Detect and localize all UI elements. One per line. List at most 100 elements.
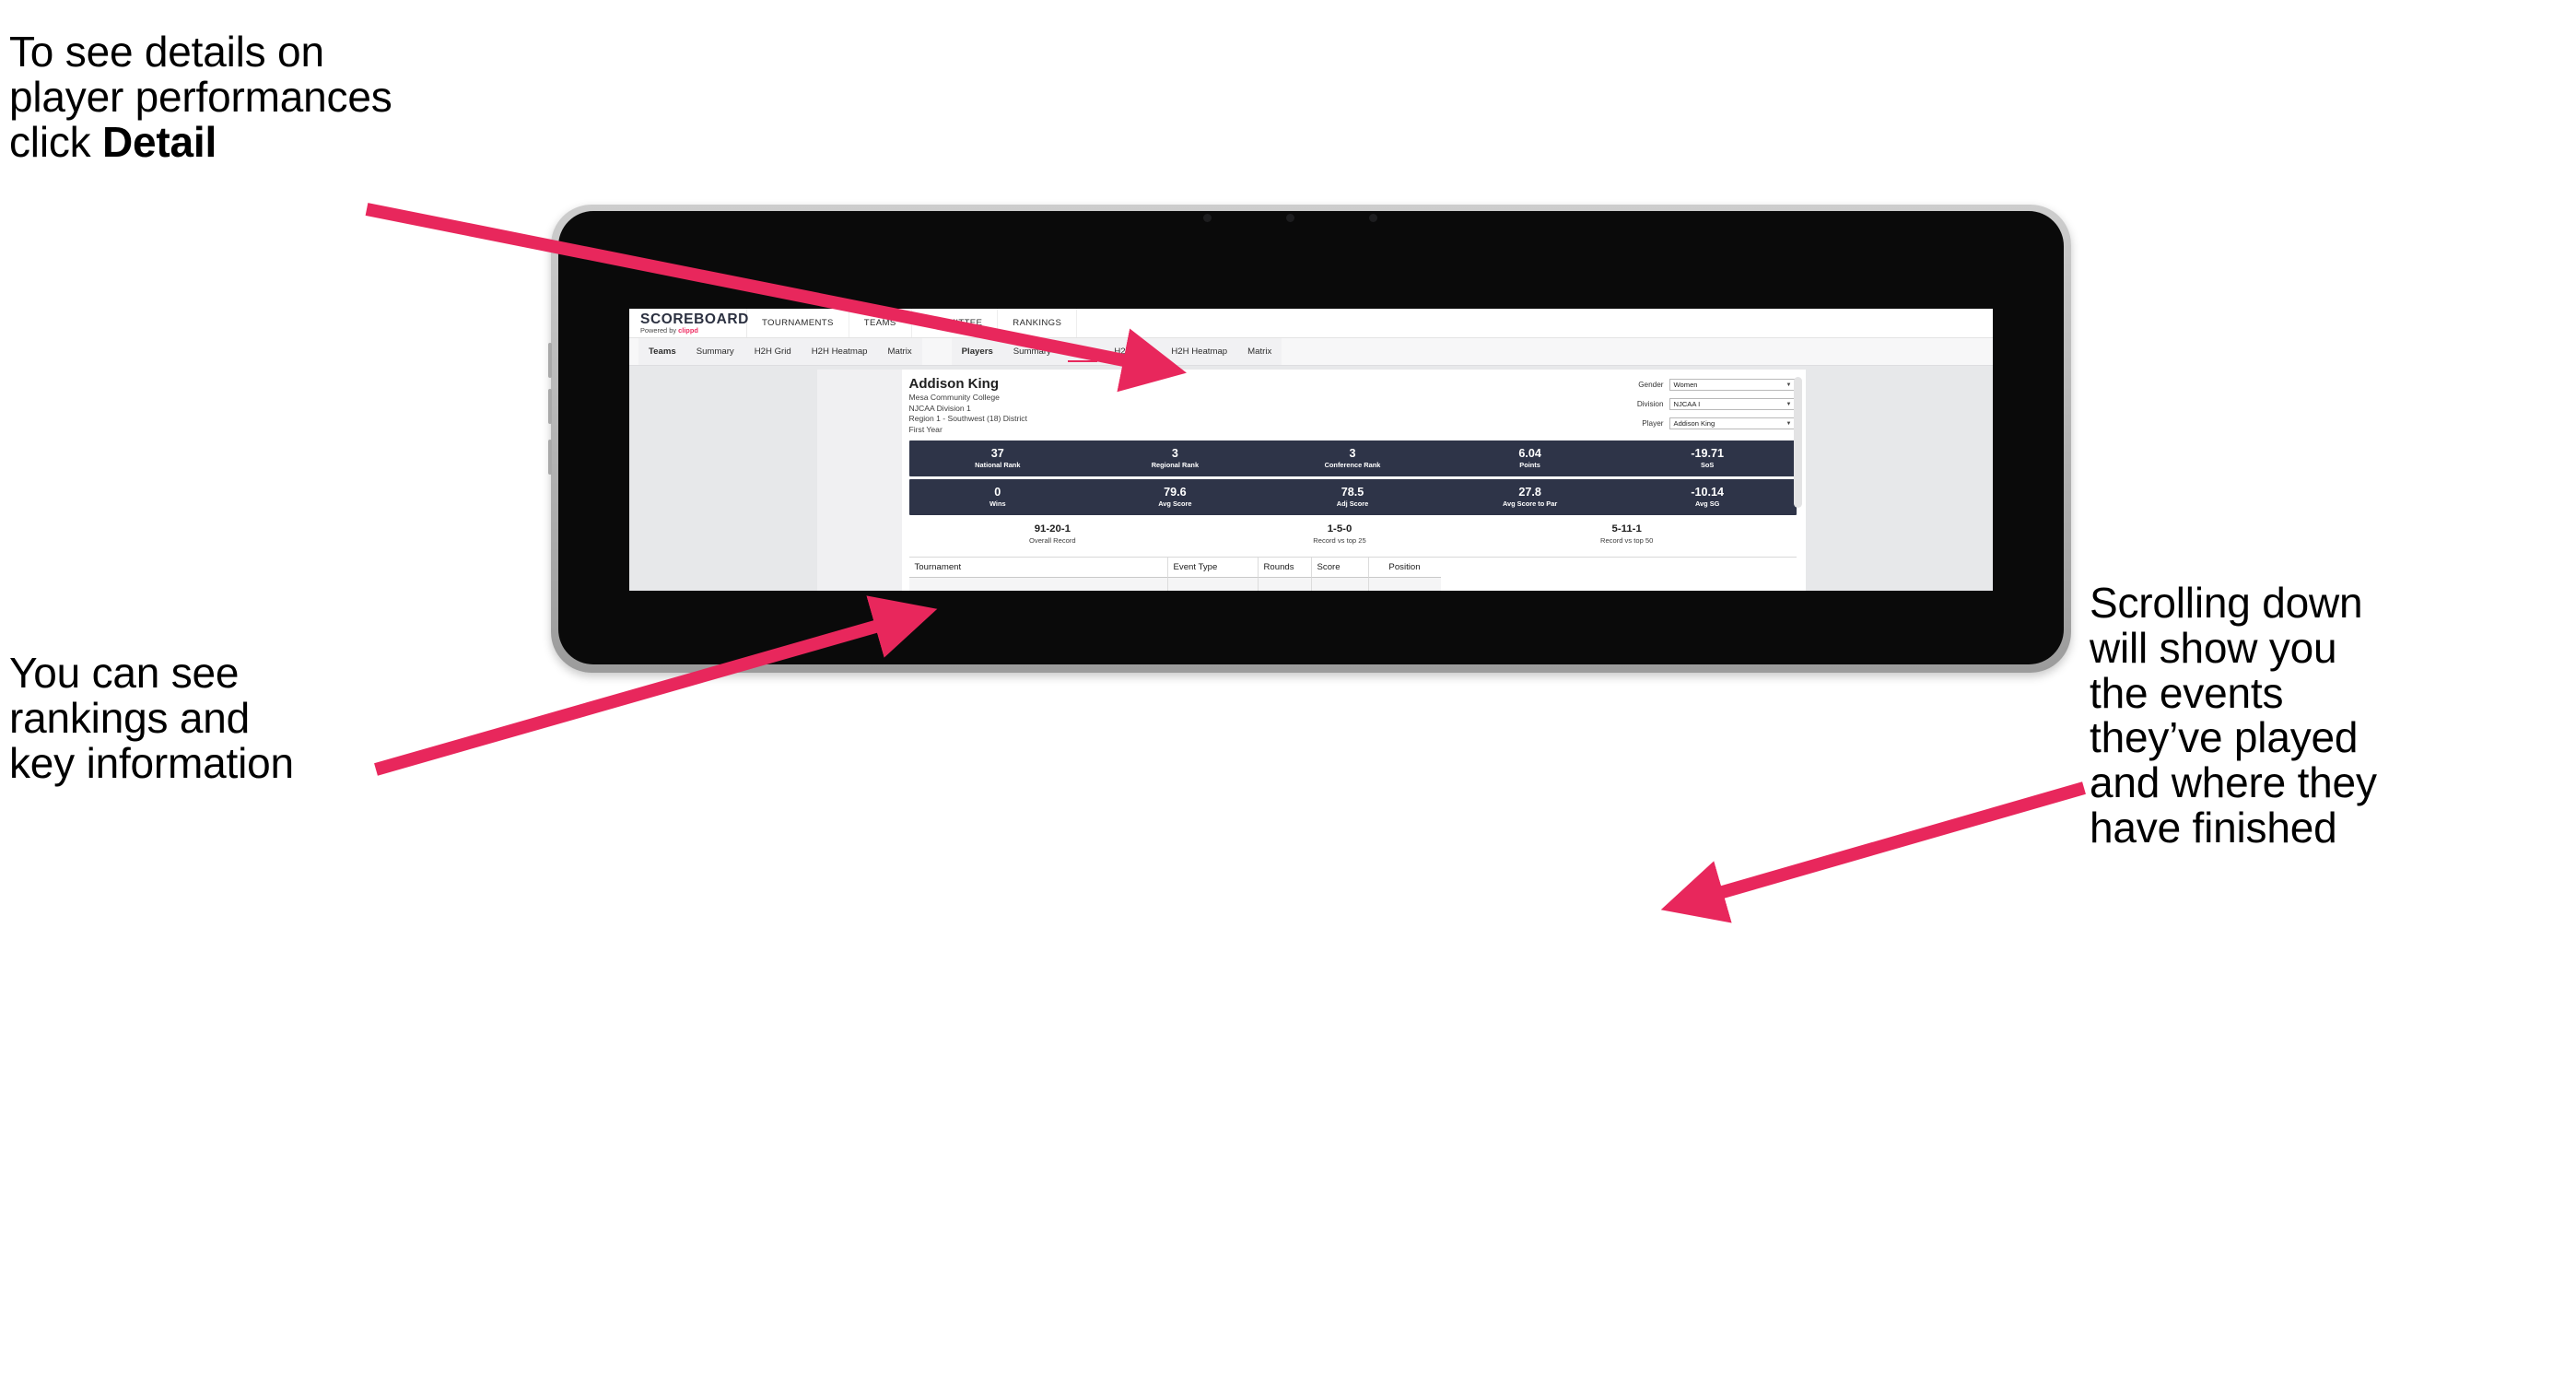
camera-icon (1203, 214, 1212, 222)
filter-division-label: Division (1636, 400, 1664, 408)
cell-event-type: Stroke Play (1167, 578, 1259, 591)
clippd-brand: clippd (678, 326, 698, 335)
stat-conference-rank-value: 3 (1349, 447, 1356, 461)
tab-group-players: Players Summary Detail H2H Grid H2H Heat… (951, 338, 1282, 365)
topnav-rankings[interactable]: RANKINGS (998, 309, 1078, 337)
player-school: Mesa Community College (908, 392, 1000, 402)
sheet-content: Addison King Mesa Community College NJCA… (901, 370, 1806, 591)
annotation-bottom-left-line1: You can see (9, 649, 240, 697)
stat-avg-sg-label: Avg SG (1694, 499, 1720, 508)
chevron-down-icon: ▼ (1786, 420, 1792, 427)
filter-gender-value: Women (1673, 381, 1698, 389)
filter-division-select[interactable]: NJCAA I ▼ (1669, 398, 1797, 410)
record-overall: 91-20-1 Overall Record (909, 523, 1197, 545)
stat-regional-rank: 3 Regional Rank (1086, 447, 1264, 469)
tab-players-detail[interactable]: Detail (1061, 338, 1105, 365)
screenshot-root: To see details on player performances cl… (0, 0, 2576, 1386)
stat-avg-score-value: 79.6 (1164, 486, 1187, 499)
brand-logo[interactable]: SCOREBOARD Powered by clippd (629, 309, 749, 337)
annotation-right-line5: and where they (2090, 758, 2377, 806)
col-header-score[interactable]: Score (1311, 558, 1369, 579)
annotation-top-left: To see details on player performances cl… (9, 29, 599, 164)
stats-band-rankings: 37 National Rank 3 Regional Rank 3 Confe… (908, 440, 1797, 476)
filter-player: Player Addison King ▼ (1596, 417, 1797, 429)
col-header-tournament[interactable]: Tournament (908, 558, 1168, 579)
stat-sos-label: SoS (1700, 460, 1715, 469)
stat-national-rank-label: National Rank (975, 460, 1021, 469)
stat-avg-score: 79.6 Avg Score (1086, 486, 1264, 508)
record-top25-value: 1-5-0 (1327, 523, 1352, 534)
stat-points-label: Points (1519, 460, 1540, 469)
tablet-device: SCOREBOARD Powered by clippd TOURNAMENTS… (548, 205, 2071, 673)
annotation-right-line6: have finished (2090, 803, 2337, 852)
stat-conference-rank-label: Conference Rank (1324, 460, 1381, 469)
col-header-position[interactable]: Position (1368, 558, 1441, 579)
col-header-event-type[interactable]: Event Type (1167, 558, 1259, 579)
annotation-right-line2: will show you (2090, 623, 2337, 672)
brand-title: SCOREBOARD (640, 311, 749, 327)
volume-down-button[interactable] (548, 389, 552, 424)
speaker-icon (1369, 214, 1377, 222)
stat-points: 6.04 Points (1441, 447, 1619, 469)
filter-player-label: Player (1642, 419, 1664, 428)
tab-teams-matrix[interactable]: Matrix (878, 338, 922, 365)
stat-avg-score-label: Avg Score (1158, 499, 1192, 508)
tab-teams-h2h-heatmap[interactable]: H2H Heatmap (802, 338, 878, 365)
topnav-committee[interactable]: COMMITTEE (912, 309, 999, 337)
annotation-bottom-left: You can see rankings and key information (9, 651, 488, 785)
sheet-left-gutter (816, 370, 902, 591)
app-header: SCOREBOARD Powered by clippd TOURNAMENTS… (629, 309, 1993, 338)
app-screen: SCOREBOARD Powered by clippd TOURNAMENTS… (629, 309, 1993, 591)
tournament-table: Tournament Event Type Rounds Score Posit… (908, 557, 1797, 591)
arrow-to-events-table (1660, 781, 2086, 923)
annotation-top-left-line3: click Detail (9, 117, 599, 166)
record-overall-value: 91-20-1 (1034, 523, 1071, 534)
annotation-right-line1: Scrolling down (2090, 579, 2363, 627)
annotation-bottom-left-line3: key information (9, 738, 294, 787)
tab-players-matrix[interactable]: Matrix (1237, 338, 1282, 365)
col-header-rounds[interactable]: Rounds (1258, 558, 1312, 579)
power-button[interactable] (548, 440, 552, 475)
stat-regional-rank-value: 3 (1171, 447, 1178, 461)
filter-gender: Gender Women ▼ (1596, 379, 1797, 391)
stat-points-value: 6.04 (1518, 447, 1541, 461)
topnav-teams[interactable]: TEAMS (849, 309, 912, 337)
stat-conference-rank: 3 Conference Rank (1264, 447, 1442, 469)
tab-teams[interactable]: Teams (638, 338, 686, 365)
annotation-top-left-line3-prefix: click (9, 117, 103, 166)
table-row[interactable]: Estella CC- Mountain Classic Stroke Play… (908, 578, 1797, 591)
brand-subtitle: Powered by clippd (640, 327, 746, 334)
cell-score: 17 (1311, 578, 1369, 591)
vertical-scrollbar[interactable] (1793, 377, 1802, 508)
tab-players-summary[interactable]: Summary (1003, 338, 1061, 365)
tab-players-h2h-heatmap[interactable]: H2H Heatmap (1161, 338, 1237, 365)
tab-players[interactable]: Players (952, 338, 1003, 365)
tab-strip: Teams Summary H2H Grid H2H Heatmap Matri… (629, 338, 1993, 366)
volume-up-button[interactable] (548, 343, 552, 378)
player-year: First Year (908, 425, 943, 435)
annotation-right: Scrolling down will show you the events … (2090, 581, 2550, 851)
stat-national-rank-value: 37 (990, 447, 1004, 461)
record-top25-label: Record vs top 25 (1313, 536, 1366, 546)
record-top50: 5-11-1 Record vs top 50 (1483, 523, 1771, 545)
tab-teams-summary[interactable]: Summary (686, 338, 744, 365)
annotation-right-line4: they’ve played (2090, 713, 2359, 762)
stat-avg-score-to-par-label: Avg Score to Par (1502, 499, 1558, 508)
stat-adj-score-label: Adj Score (1336, 499, 1369, 508)
filter-player-value: Addison King (1673, 419, 1715, 428)
filter-panel: Gender Women ▼ Division NJCAA I ▼ Player… (1596, 377, 1797, 437)
stat-avg-sg: -10.14 Avg SG (1619, 486, 1797, 508)
chevron-down-icon: ▼ (1786, 401, 1792, 407)
annotation-bottom-left-line2: rankings and (9, 693, 250, 742)
record-top50-label: Record vs top 50 (1599, 536, 1654, 546)
stat-sos-value: -19.71 (1691, 447, 1725, 461)
tab-teams-h2h-grid[interactable]: H2H Grid (744, 338, 802, 365)
tab-players-h2h-grid[interactable]: H2H Grid (1104, 338, 1161, 365)
filter-division-value: NJCAA I (1673, 400, 1701, 408)
stat-sos: -19.71 SoS (1619, 447, 1797, 469)
filter-gender-select[interactable]: Women ▼ (1669, 379, 1797, 391)
record-top25: 1-5-0 Record vs top 25 (1196, 523, 1483, 545)
topnav-tournaments[interactable]: TOURNAMENTS (747, 309, 849, 337)
stat-wins-label: Wins (989, 499, 1006, 508)
filter-player-select[interactable]: Addison King ▼ (1669, 417, 1797, 429)
